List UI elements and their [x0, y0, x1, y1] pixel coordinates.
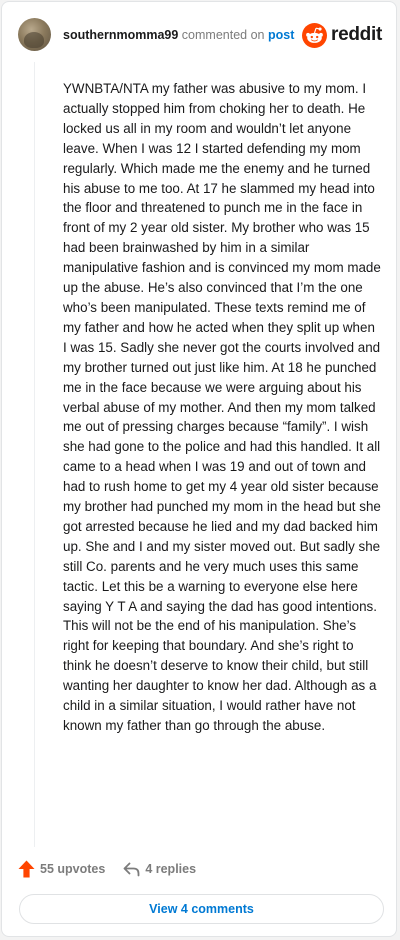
username-link[interactable]: southernmomma99	[63, 28, 178, 42]
thread-line[interactable]	[34, 62, 35, 847]
reddit-brand[interactable]: reddit	[302, 22, 382, 48]
reply-arrow-icon	[123, 862, 140, 876]
comment-meta: southernmomma99 commented on post	[63, 27, 294, 43]
user-avatar[interactable]	[18, 18, 51, 51]
reddit-wordmark: reddit	[331, 24, 382, 45]
comment-body: YWNBTA/NTA my father was abusive to my m…	[63, 81, 381, 733]
reddit-alien-icon	[302, 22, 328, 48]
commented-on-text: commented on	[181, 28, 265, 42]
upvote-arrow-icon	[18, 860, 35, 878]
upvote-count: 55 upvotes	[40, 862, 106, 876]
comment-header: southernmomma99 commented on post reddit	[18, 18, 382, 52]
upvote-button[interactable]: 55 upvotes	[18, 860, 105, 878]
comment-actions: 55 upvotes 4 replies	[18, 858, 196, 880]
view-comments-button[interactable]: View 4 comments	[19, 894, 384, 924]
post-link[interactable]: post	[268, 28, 294, 42]
reply-count: 4 replies	[145, 862, 197, 876]
replies-button[interactable]: 4 replies	[123, 862, 196, 877]
comment-card: southernmomma99 commented on post reddit…	[1, 1, 397, 937]
